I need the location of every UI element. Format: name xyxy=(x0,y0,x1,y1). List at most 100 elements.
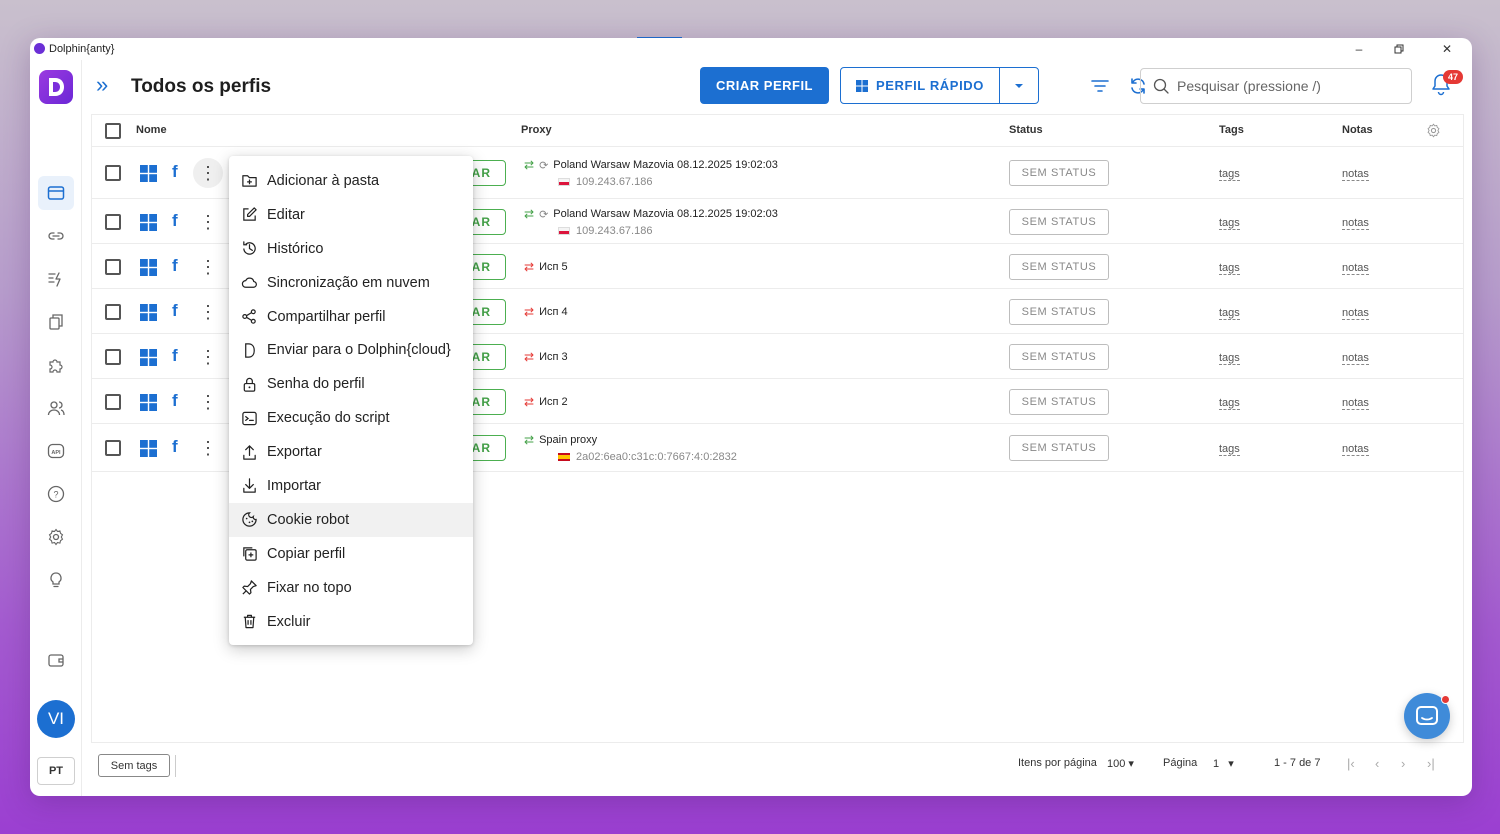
search-input[interactable] xyxy=(1177,78,1397,94)
menu-item-edit[interactable]: Editar xyxy=(229,198,473,232)
sidebar-item-proxies[interactable] xyxy=(38,219,74,253)
menu-item-import[interactable]: Importar xyxy=(229,469,473,503)
status-button[interactable]: SEM STATUS xyxy=(1009,299,1109,325)
avatar[interactable]: VI xyxy=(37,700,75,738)
quick-profile-label: PERFIL RÁPIDO xyxy=(876,78,984,93)
proxy-swap-icon: ⇄ xyxy=(524,433,535,447)
proxy-swap-icon: ⇄ xyxy=(524,260,535,274)
column-settings-icon[interactable] xyxy=(1426,123,1441,138)
status-button[interactable]: SEM STATUS xyxy=(1009,389,1109,415)
menu-item-profile-password[interactable]: Senha do perfil xyxy=(229,367,473,401)
row-checkbox[interactable] xyxy=(105,304,121,320)
row-menu-button[interactable]: ⋮ xyxy=(193,433,223,463)
row-menu-button[interactable]: ⋮ xyxy=(193,158,223,188)
row-menu-button[interactable]: ⋮ xyxy=(193,342,223,372)
page-select[interactable]: 1 ▾ xyxy=(1213,757,1234,770)
row-checkbox[interactable] xyxy=(105,349,121,365)
poland-flag-icon xyxy=(558,227,570,235)
row-checkbox[interactable] xyxy=(105,165,121,181)
notes-link[interactable]: notas xyxy=(1342,307,1369,320)
menu-item-export[interactable]: Exportar xyxy=(229,435,473,469)
sidebar-item-api[interactable]: API xyxy=(38,434,74,468)
menu-item-add-to-folder[interactable]: Adicionar à pasta xyxy=(229,164,473,198)
row-checkbox[interactable] xyxy=(105,214,121,230)
menu-item-cookie-robot[interactable]: Cookie robot xyxy=(229,502,473,537)
notes-link[interactable]: notas xyxy=(1342,397,1369,410)
sidebar-item-wallet[interactable] xyxy=(38,643,74,677)
windows-icon xyxy=(140,259,157,276)
column-header-status[interactable]: Status xyxy=(1009,124,1043,136)
windows-icon xyxy=(856,79,869,92)
tags-link[interactable]: tags xyxy=(1219,262,1240,275)
edit-icon xyxy=(243,207,257,222)
windows-icon xyxy=(140,349,157,366)
dolphin-logo[interactable] xyxy=(39,70,73,104)
menu-item-share[interactable]: Compartilhar perfil xyxy=(229,300,473,334)
export-icon xyxy=(243,444,256,460)
row-menu-button[interactable]: ⋮ xyxy=(193,387,223,417)
notes-link[interactable]: notas xyxy=(1342,168,1369,181)
tags-link[interactable]: tags xyxy=(1219,352,1240,365)
column-header-tags[interactable]: Tags xyxy=(1219,124,1244,136)
menu-item-label: Execução do script xyxy=(267,410,390,427)
items-per-page-select[interactable]: 100 ▾ xyxy=(1107,757,1134,770)
first-page-icon[interactable]: |‹ xyxy=(1347,756,1355,771)
menu-item-cloud-sync[interactable]: Sincronização em nuvem xyxy=(229,266,473,300)
wallet-icon xyxy=(48,654,64,667)
tags-link[interactable]: tags xyxy=(1219,397,1240,410)
menu-item-run-script[interactable]: Execução do script xyxy=(229,401,473,435)
column-header-proxy[interactable]: Proxy xyxy=(521,124,552,136)
menu-item-delete[interactable]: Excluir xyxy=(229,605,473,639)
row-checkbox[interactable] xyxy=(105,259,121,275)
restore-button[interactable] xyxy=(1386,40,1412,58)
language-switcher[interactable]: PT xyxy=(37,757,75,785)
status-button[interactable]: SEM STATUS xyxy=(1009,344,1109,370)
last-page-icon[interactable]: ›| xyxy=(1427,756,1435,771)
row-checkbox[interactable] xyxy=(105,440,121,456)
quick-profile-dropdown[interactable] xyxy=(999,67,1039,104)
sidebar-item-templates[interactable] xyxy=(38,305,74,339)
next-page-icon[interactable]: › xyxy=(1401,756,1405,771)
minimize-button[interactable]: – xyxy=(1346,40,1372,58)
tags-link[interactable]: tags xyxy=(1219,307,1240,320)
menu-item-copy-profile[interactable]: Copiar perfil xyxy=(229,537,473,571)
close-window-button[interactable]: ✕ xyxy=(1434,40,1460,58)
notes-link[interactable]: notas xyxy=(1342,217,1369,230)
sidebar-item-extensions[interactable] xyxy=(38,348,74,382)
tags-link[interactable]: tags xyxy=(1219,168,1240,181)
tags-link[interactable]: tags xyxy=(1219,217,1240,230)
filter-button[interactable] xyxy=(1089,75,1111,97)
row-checkbox[interactable] xyxy=(105,394,121,410)
quick-profile-button[interactable]: PERFIL RÁPIDO xyxy=(840,67,1000,104)
tags-link[interactable]: tags xyxy=(1219,443,1240,456)
status-button[interactable]: SEM STATUS xyxy=(1009,209,1109,235)
sidebar-item-profiles[interactable] xyxy=(38,176,74,210)
notes-link[interactable]: notas xyxy=(1342,262,1369,275)
puzzle-icon xyxy=(49,359,63,373)
prev-page-icon[interactable]: ‹ xyxy=(1375,756,1379,771)
select-all-checkbox[interactable] xyxy=(105,123,121,139)
status-button[interactable]: SEM STATUS xyxy=(1009,160,1109,186)
status-button[interactable]: SEM STATUS xyxy=(1009,254,1109,280)
column-header-name[interactable]: Nome xyxy=(136,124,167,136)
expand-sidebar-icon[interactable]: » xyxy=(96,74,108,96)
no-tags-filter[interactable]: Sem tags xyxy=(98,754,170,777)
menu-item-send-to-cloud[interactable]: Enviar para o Dolphin{cloud} xyxy=(229,333,473,367)
row-menu-button[interactable]: ⋮ xyxy=(193,252,223,282)
search-box[interactable] xyxy=(1140,68,1412,104)
row-menu-button[interactable]: ⋮ xyxy=(193,207,223,237)
column-header-notes[interactable]: Notas xyxy=(1342,124,1373,136)
sidebar-item-automation[interactable] xyxy=(38,262,74,296)
menu-item-history[interactable]: Histórico xyxy=(229,232,473,266)
sidebar-item-ideas[interactable] xyxy=(38,563,74,597)
sidebar-item-settings[interactable] xyxy=(38,520,74,554)
create-profile-button[interactable]: CRIAR PERFIL xyxy=(700,67,829,104)
status-button[interactable]: SEM STATUS xyxy=(1009,435,1109,461)
row-menu-button[interactable]: ⋮ xyxy=(193,297,223,327)
proxy-name-text: Poland Warsaw Mazovia 08.12.2025 19:02:0… xyxy=(553,208,778,220)
notes-link[interactable]: notas xyxy=(1342,443,1369,456)
notes-link[interactable]: notas xyxy=(1342,352,1369,365)
menu-item-pin-top[interactable]: Fixar no topo xyxy=(229,571,473,605)
sidebar-item-users[interactable] xyxy=(38,391,74,425)
sidebar-item-help[interactable]: ? xyxy=(38,477,74,511)
